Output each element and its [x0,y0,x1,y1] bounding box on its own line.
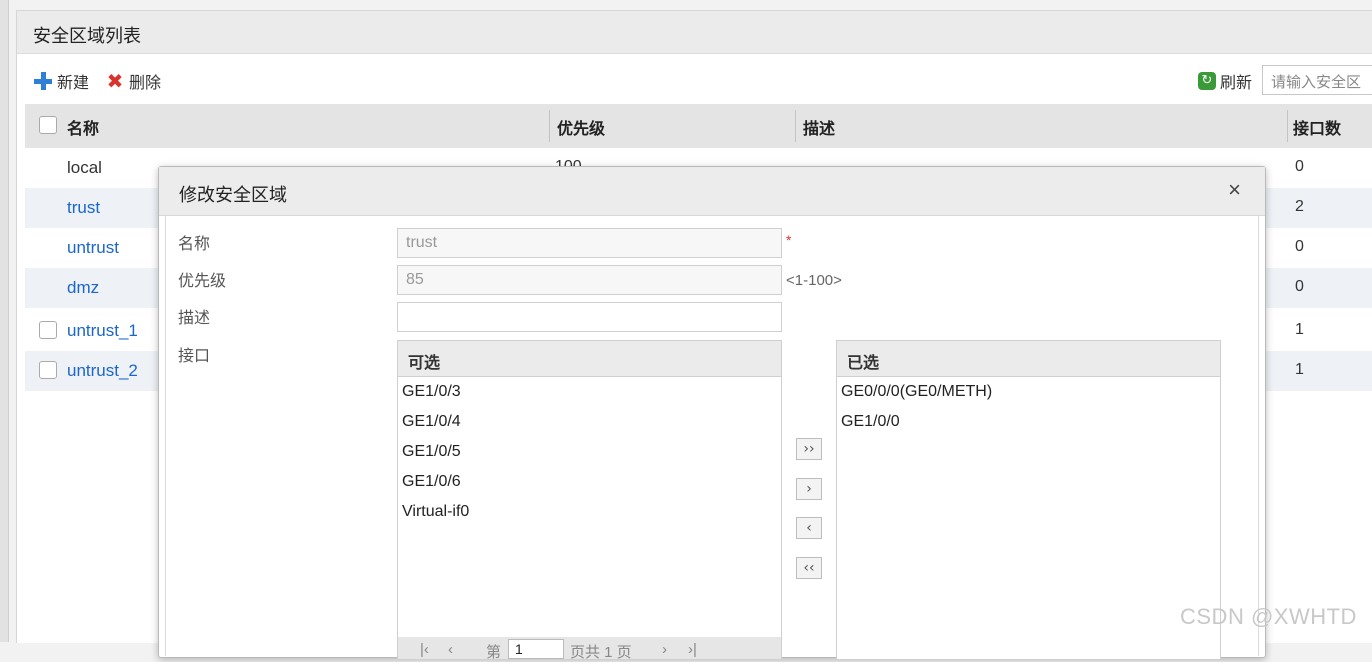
dialog-header: 修改安全区域 × [159,167,1265,216]
row-checkbox[interactable] [39,361,57,379]
move-all-left-button[interactable]: ‹‹ [796,557,822,579]
move-all-right-button[interactable]: ›› [796,438,822,460]
last-page-icon[interactable]: ›| [688,641,697,658]
header-interface-count: 接口数 [1293,119,1342,138]
move-right-button[interactable]: › [796,478,822,500]
move-left-button[interactable]: ‹ [796,517,822,539]
page-number-input[interactable]: 1 [508,639,564,659]
page-total: 页共 1 页 [570,644,632,661]
watermark: CSDN @XWHTD [1180,604,1357,629]
new-button[interactable]: 新建 [33,69,89,93]
prev-page-icon[interactable]: ‹ [448,641,453,658]
refresh-icon: ↻ [1198,72,1216,90]
column-divider [549,110,550,142]
header-description: 描述 [803,119,836,138]
zone-name: local [67,158,102,177]
list-item[interactable]: Virtual-if0 [398,497,781,527]
panel-title: 安全区域列表 [33,26,141,47]
delete-icon: ✖ [106,69,124,93]
available-interfaces-list: 可选 GE1/0/3 GE1/0/4 GE1/0/5 GE1/0/6 Virtu… [397,340,782,661]
column-divider [795,110,796,142]
list-item[interactable]: GE1/0/0 [837,407,1220,437]
new-button-label: 新建 [57,73,90,92]
search-input[interactable]: 请输入安全区 [1262,65,1372,95]
interface-count: 0 [1295,238,1304,255]
dialog-title: 修改安全区域 [179,185,287,206]
zone-name-link[interactable]: untrust_1 [67,321,138,341]
interface-count: 0 [1295,278,1304,295]
close-icon[interactable]: × [1228,177,1241,203]
interface-count: 1 [1295,321,1304,338]
list-item[interactable]: GE1/0/6 [398,467,781,497]
delete-button[interactable]: ✖ 删除 [105,69,161,93]
next-page-icon[interactable]: › [662,641,667,658]
priority-label: 优先级 [178,271,227,290]
left-frame-strip [0,0,9,642]
selected-interfaces-list: 已选 GE0/0/0(GE0/METH) GE1/0/0 [836,340,1221,660]
list-item[interactable]: GE1/0/4 [398,407,781,437]
header-name: 名称 [67,119,100,138]
name-field[interactable]: trust [397,228,782,258]
zone-name-link[interactable]: dmz [67,278,99,298]
first-page-icon[interactable]: |‹ [420,641,429,658]
refresh-button[interactable]: ↻ 刷新 [1198,69,1252,93]
interface-label: 接口 [178,346,211,365]
priority-field[interactable]: 85 [397,265,782,295]
refresh-button-label: 刷新 [1220,73,1253,92]
panel-header: 安全区域列表 [17,11,1372,54]
list-item[interactable]: GE0/0/0(GE0/METH) [837,377,1220,407]
list-item[interactable]: GE1/0/5 [398,437,781,467]
page-prefix: 第 [486,644,502,661]
name-label: 名称 [178,234,211,253]
delete-button-label: 删除 [129,73,162,92]
pagination: |‹ ‹ 第 1 页共 1 页 › ›| [398,637,781,661]
description-label: 描述 [178,308,211,327]
edit-zone-dialog: 修改安全区域 × 名称 trust * 优先级 85 <1-100> 描述 接口… [158,166,1266,661]
zone-name-link[interactable]: trust [67,198,100,218]
list-item[interactable]: GE1/0/3 [398,377,781,407]
header-priority: 优先级 [557,119,606,138]
add-icon [33,71,53,91]
table-header: 名称 优先级 描述 接口数 [25,104,1372,148]
description-field[interactable] [397,302,782,332]
dialog-body: 名称 trust * 优先级 85 <1-100> 描述 接口 可选 GE1/0… [165,216,1259,661]
interface-count: 1 [1295,361,1304,378]
required-mark: * [786,232,792,248]
row-checkbox[interactable] [39,321,57,339]
priority-range-hint: <1-100> [786,272,842,289]
interface-count: 0 [1295,158,1304,175]
interface-count: 2 [1295,198,1304,215]
zone-name-link[interactable]: untrust_2 [67,361,138,381]
zone-name-link[interactable]: untrust [67,238,119,258]
toolbar: 新建 ✖ 删除 ↻ 刷新 请输入安全区 [17,65,1372,97]
column-divider [1287,110,1288,142]
available-list-title: 可选 [398,341,781,377]
selected-list-title: 已选 [837,341,1220,377]
select-all-checkbox[interactable] [39,116,57,134]
